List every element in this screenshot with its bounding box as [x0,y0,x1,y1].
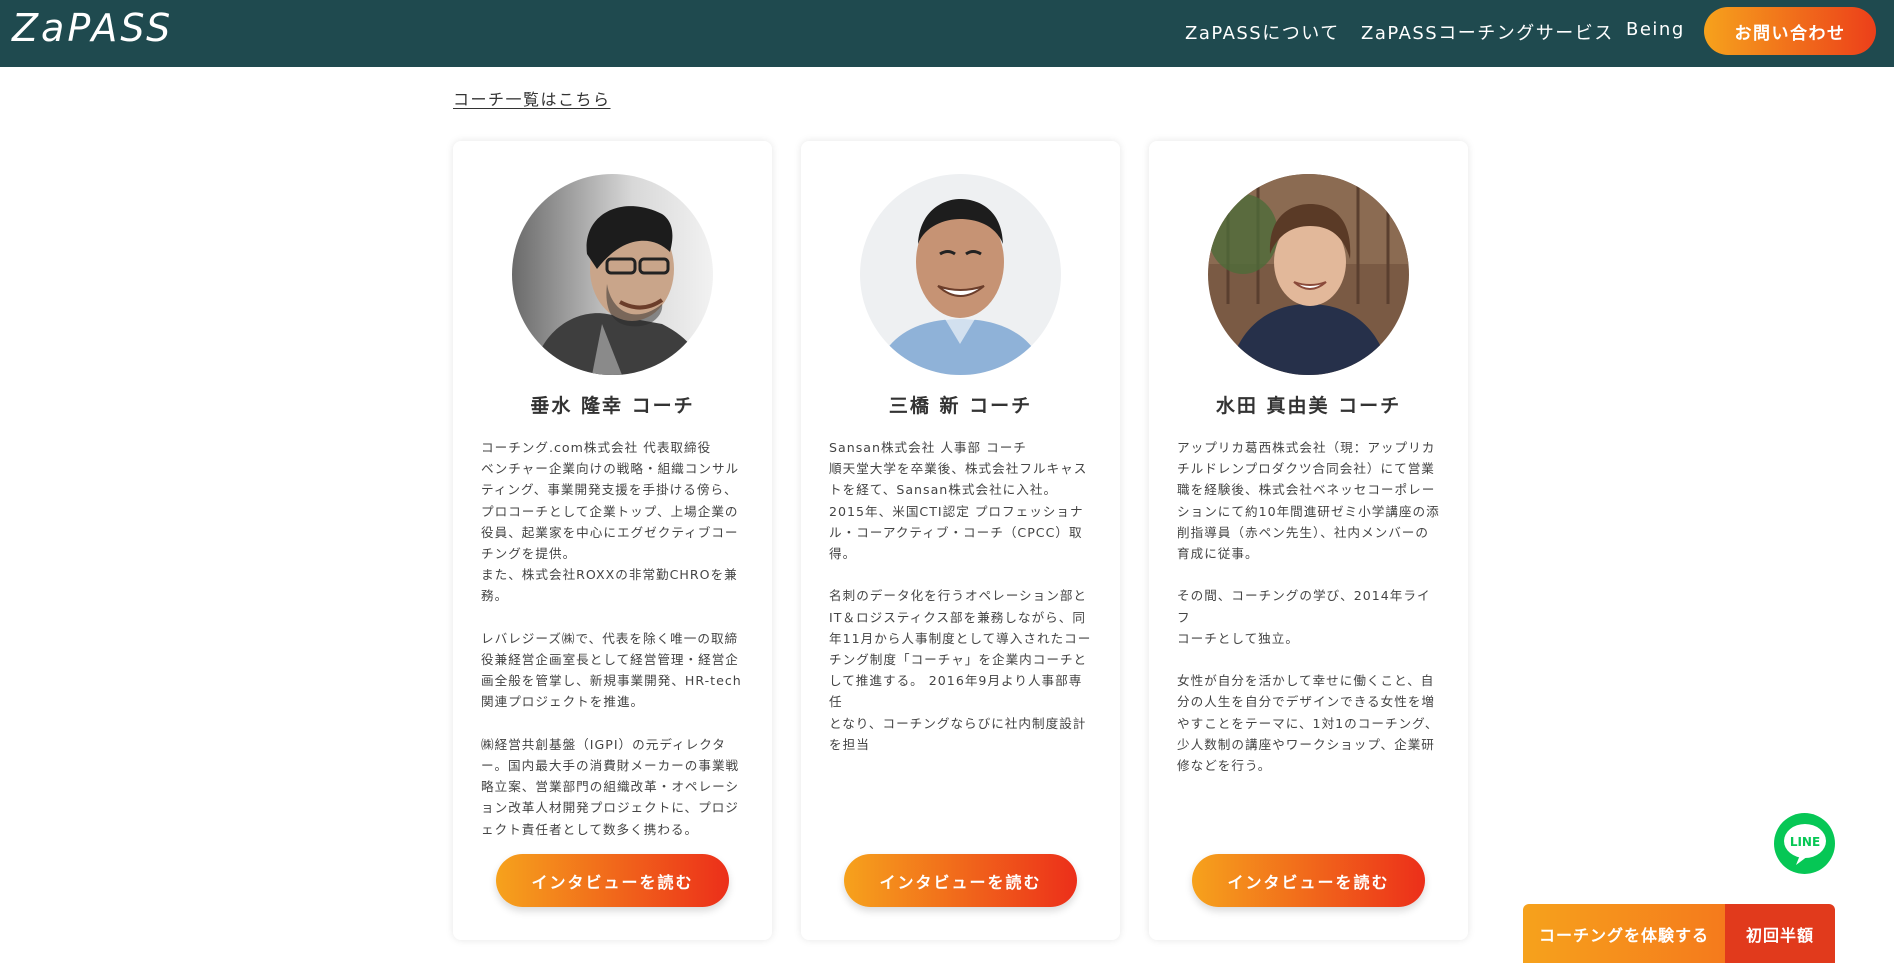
trial-cta-button[interactable]: コーチングを体験する 初回半額 [1523,904,1835,963]
coach-name: 水田 真由美 コーチ [1215,395,1402,417]
coach-name: 垂水 隆幸 コーチ [530,395,695,417]
coach-card: 水田 真由美 コーチ アップリカ葛西株式会社（現：アップリカ チルドレンプロダク… [1149,141,1468,940]
nav-coaching-service[interactable]: ZaPASSコーチングサービス [1361,19,1614,45]
coach-card: 三橋 新 コーチ Sansan株式会社 人事部 コーチ 順天堂大学を卒業後、株式… [801,141,1120,940]
coach-bio: アップリカ葛西株式会社（現：アップリカ チルドレンプロダクツ合同会社）にて営業 … [1177,440,1440,774]
coach-photo [1208,174,1409,375]
coach-bio: Sansan株式会社 人事部 コーチ 順天堂大学を卒業後、株式会社フルキャス ト… [829,440,1092,752]
coach-bio: コーチング.com株式会社 代表取締役 ベンチャー企業向けの戦略・組織コンサル … [481,440,742,837]
coach-card: 垂水 隆幸 コーチ コーチング.com株式会社 代表取締役 ベンチャー企業向けの… [453,141,772,940]
line-icon: LINE [1783,823,1826,865]
nav-about[interactable]: ZaPASSについて [1185,19,1340,45]
read-interview-button[interactable]: インタビューを読む [496,854,729,907]
coach-name: 三橋 新 コーチ [888,395,1033,417]
read-interview-button[interactable]: インタビューを読む [1192,854,1425,907]
site-logo[interactable]: ZaPASS [12,6,173,50]
half-price-badge: 初回半額 [1725,904,1835,963]
nav-being[interactable]: Being [1626,19,1685,40]
trial-cta-label: コーチングを体験する [1523,904,1725,963]
coach-list-link[interactable]: コーチ一覧はこちら [453,86,611,110]
read-interview-button[interactable]: インタビューを読む [844,854,1077,907]
contact-button[interactable]: お問い合わせ [1704,7,1876,55]
line-button[interactable]: LINE [1774,813,1835,874]
site-header: ZaPASS ZaPASSについて ZaPASSコーチングサービス Being … [0,0,1894,67]
line-label: LINE [1789,835,1819,849]
coach-photo [512,174,713,375]
coach-photo [860,174,1061,375]
